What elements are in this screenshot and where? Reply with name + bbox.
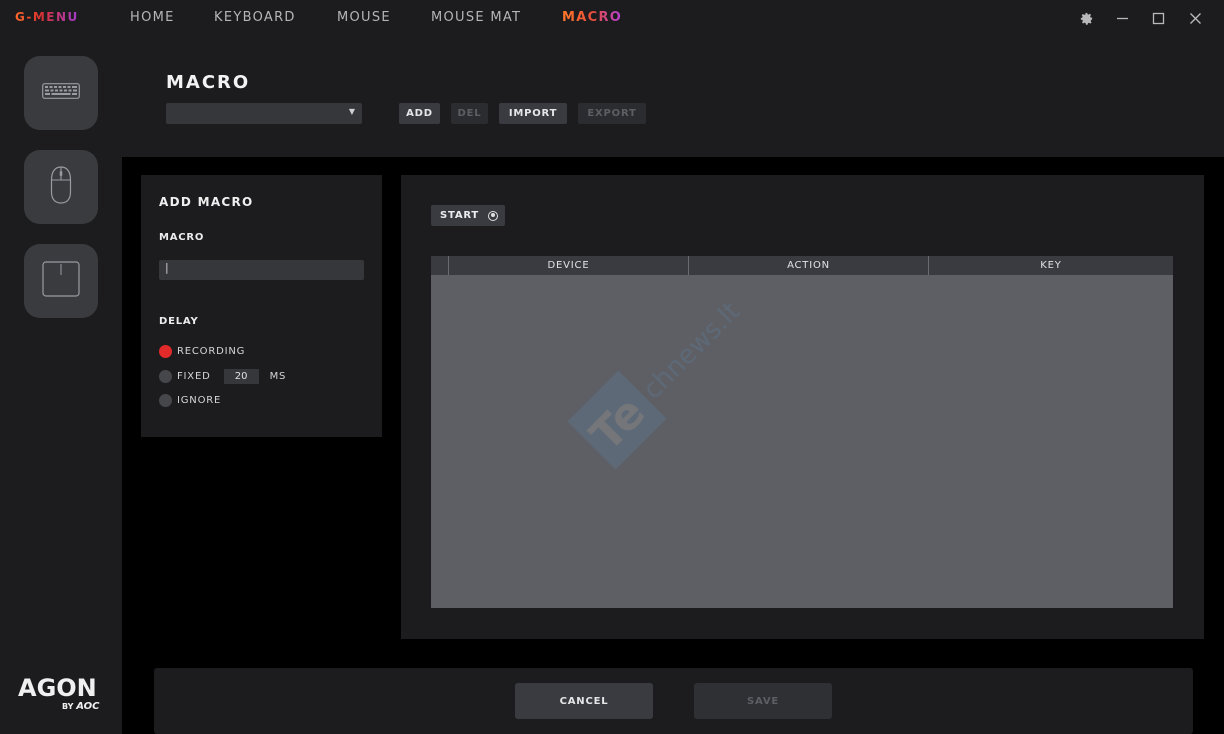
nav-mouse[interactable]: MOUSE [337,10,391,25]
mouse-icon [50,166,72,208]
close-icon[interactable] [1186,9,1204,27]
macro-recorder-panel: START DEVICE ACTION KEY Te chnews.lt [401,175,1204,639]
top-nav-bar: G-MENU HOME KEYBOARD MOUSE MOUSE MAT MAC… [0,0,1224,36]
minimize-icon[interactable] [1113,9,1131,27]
table-header: DEVICE ACTION KEY [431,256,1173,275]
fixed-delay-unit: MS [269,371,287,382]
device-mouse-button[interactable] [24,150,98,224]
app-brand: G-MENU [15,10,79,24]
record-icon [488,210,499,221]
delay-fixed-option[interactable]: FIXED 20 MS [159,369,286,384]
radio-unselected[interactable] [159,370,172,383]
device-mouse-mat-button[interactable] [24,244,98,318]
cancel-button[interactable]: CANCEL [515,683,653,719]
agon-logo: AGON [18,674,97,702]
footer-bar: CANCEL SAVE [154,668,1193,734]
delay-ignore-option[interactable]: IGNORE [159,394,221,407]
macro-header: MACRO ▼ ADD DEL IMPORT EXPORT [122,36,1224,157]
fixed-delay-input[interactable]: 20 [223,369,259,384]
watermark-text-rest: chnews.lt [637,296,746,405]
start-record-button[interactable]: START [431,205,505,226]
nav-keyboard[interactable]: KEYBOARD [214,10,296,25]
delay-recording-option[interactable]: RECORDING [159,345,245,358]
technews-watermark: Te chnews.lt [567,296,746,470]
maximize-icon[interactable] [1149,9,1167,27]
column-action-header: ACTION [688,256,928,275]
nav-macro[interactable]: MACRO [562,10,622,25]
delete-button[interactable]: DEL [451,103,488,124]
macro-name-label: MACRO [159,232,205,243]
nav-home[interactable]: HOME [130,10,175,25]
delay-label: DELAY [159,316,199,327]
macro-name-input[interactable]: | [159,260,364,280]
column-index-header [431,256,448,275]
save-button[interactable]: SAVE [694,683,832,719]
device-keyboard-button[interactable] [24,56,98,130]
page-title: MACRO [166,72,251,93]
caret-down-icon: ▼ [348,107,355,116]
add-macro-panel: ADD MACRO MACRO | DELAY RECORDING FIXED … [141,175,382,437]
column-device-header: DEVICE [448,256,688,275]
device-sidebar: AGON BY AOC [0,36,122,734]
column-key-header: KEY [928,256,1173,275]
nav-mouse-mat[interactable]: MOUSE MAT [431,10,521,25]
macro-events-table: DEVICE ACTION KEY Te chnews.lt [431,256,1173,608]
radio-selected[interactable] [159,345,172,358]
import-button[interactable]: IMPORT [499,103,567,124]
export-button[interactable]: EXPORT [578,103,646,124]
radio-unselected[interactable] [159,394,172,407]
add-button[interactable]: ADD [399,103,440,124]
mouse-mat-icon [42,261,80,301]
add-macro-title: ADD MACRO [159,195,254,209]
aoc-logo: BY AOC [62,701,100,712]
macro-select-dropdown[interactable]: ▼ [166,103,362,124]
keyboard-icon [42,83,80,103]
gear-icon[interactable] [1077,9,1095,27]
